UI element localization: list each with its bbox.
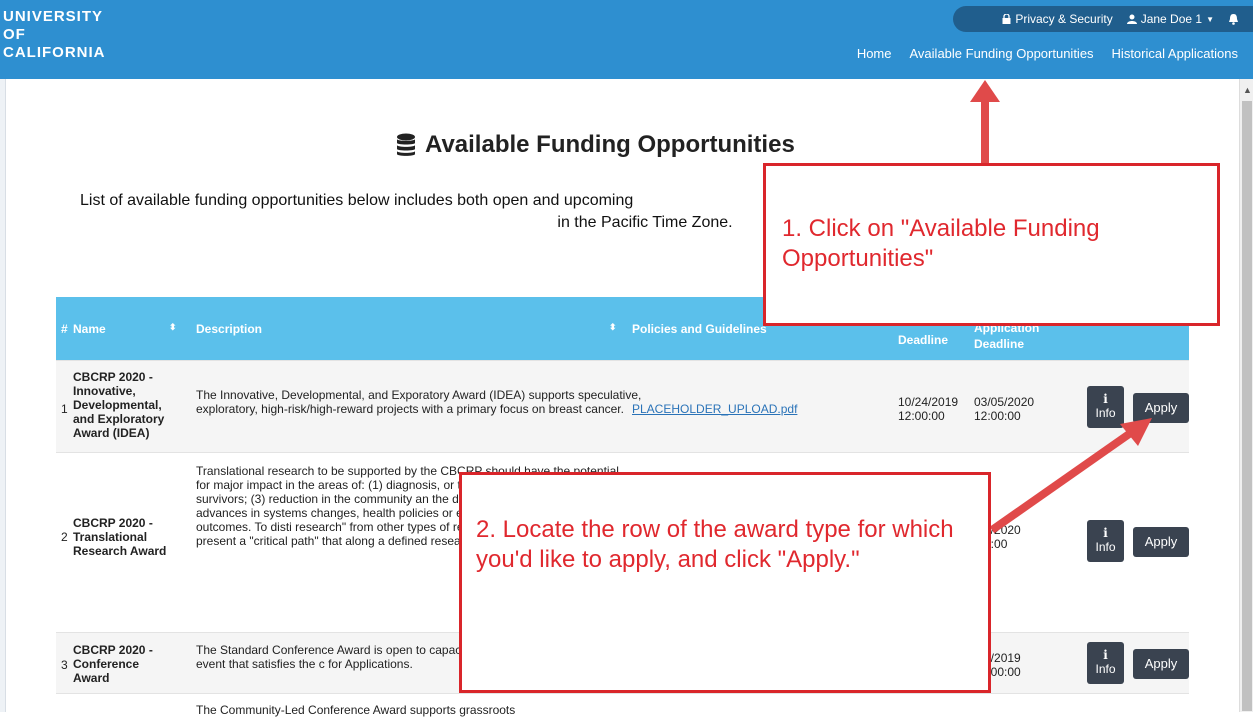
callout-step-1: 1. Click on "Available Funding Opportuni… bbox=[763, 163, 1220, 326]
arrow-diagonal-line bbox=[989, 428, 1135, 534]
arrow-up-head bbox=[970, 80, 1000, 102]
callout-step-2: 2. Locate the row of the award type for … bbox=[459, 472, 991, 693]
